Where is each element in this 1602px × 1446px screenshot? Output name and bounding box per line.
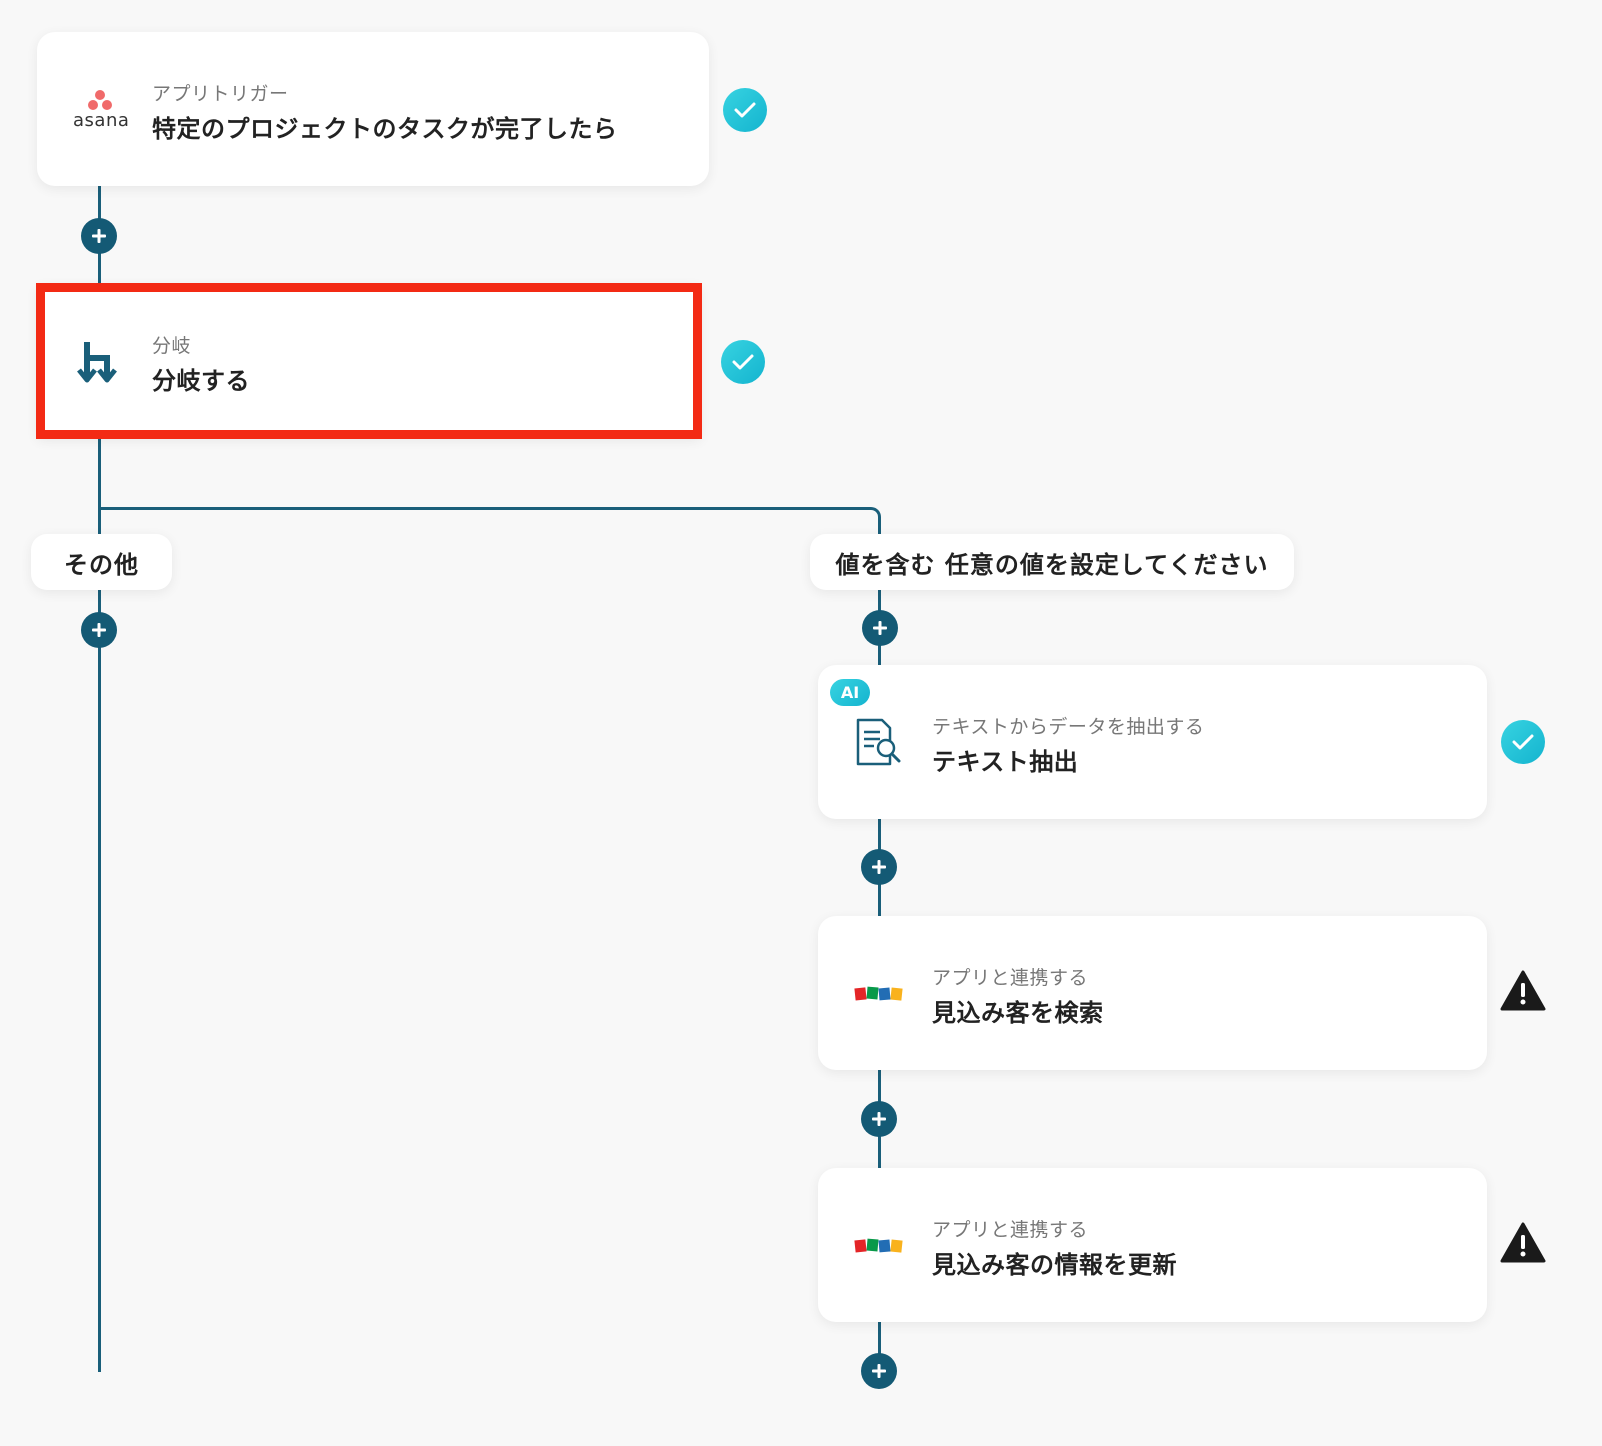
step-2-title: 見込み客を検索 bbox=[932, 999, 1104, 1027]
step-3-title: 見込み客の情報を更新 bbox=[932, 1251, 1177, 1279]
add-step-button[interactable] bbox=[81, 612, 117, 648]
step-1-sub-label: テキストからデータを抽出する bbox=[932, 716, 1205, 738]
branch-sub-label: 分岐 bbox=[152, 335, 192, 357]
trigger-card[interactable]: asana アプリトリガー 特定のプロジェクトのタスクが完了したら bbox=[37, 32, 709, 186]
ai-badge: AI bbox=[830, 679, 870, 706]
step-card-zoho-update[interactable]: アプリと連携する 見込み客の情報を更新 bbox=[818, 1168, 1487, 1322]
branch-status-check-icon bbox=[721, 340, 765, 384]
step-3-warning-icon bbox=[1500, 1222, 1546, 1263]
add-step-button[interactable] bbox=[81, 218, 117, 254]
add-step-button[interactable] bbox=[861, 1353, 897, 1389]
step-2-sub-label: アプリと連携する bbox=[932, 967, 1089, 989]
step-2-warning-icon bbox=[1500, 970, 1546, 1011]
branch-title: 分岐する bbox=[152, 367, 250, 395]
asana-logo-icon bbox=[88, 90, 112, 110]
branch-path-condition-label[interactable]: 値を含む 任意の値を設定してください bbox=[810, 534, 1294, 590]
add-step-button[interactable] bbox=[861, 1101, 897, 1137]
zoho-logo-icon bbox=[854, 1238, 903, 1253]
trigger-sub-label: アプリトリガー bbox=[152, 83, 289, 105]
step-card-zoho-search[interactable]: アプリと連携する 見込み客を検索 bbox=[818, 916, 1487, 1070]
add-step-button[interactable] bbox=[862, 610, 898, 646]
trigger-title: 特定のプロジェクトのタスクが完了したら bbox=[152, 115, 618, 143]
connector-branch-horizontal bbox=[98, 507, 870, 510]
step-3-sub-label: アプリと連携する bbox=[932, 1219, 1089, 1241]
step-card-text-extract[interactable]: テキストからデータを抽出する テキスト抽出 bbox=[818, 665, 1487, 819]
zoho-logo-icon bbox=[854, 986, 903, 1001]
trigger-status-check-icon bbox=[723, 88, 767, 132]
add-step-button[interactable] bbox=[861, 849, 897, 885]
step-1-title: テキスト抽出 bbox=[932, 748, 1079, 776]
branch-path-other-label[interactable]: その他 bbox=[31, 534, 172, 590]
branch-icon bbox=[77, 342, 117, 383]
step-1-status-check-icon bbox=[1501, 720, 1545, 764]
branch-card[interactable]: 分岐 分岐する bbox=[37, 284, 701, 438]
document-search-icon bbox=[856, 718, 901, 766]
asana-logo-text: asana bbox=[73, 110, 130, 131]
